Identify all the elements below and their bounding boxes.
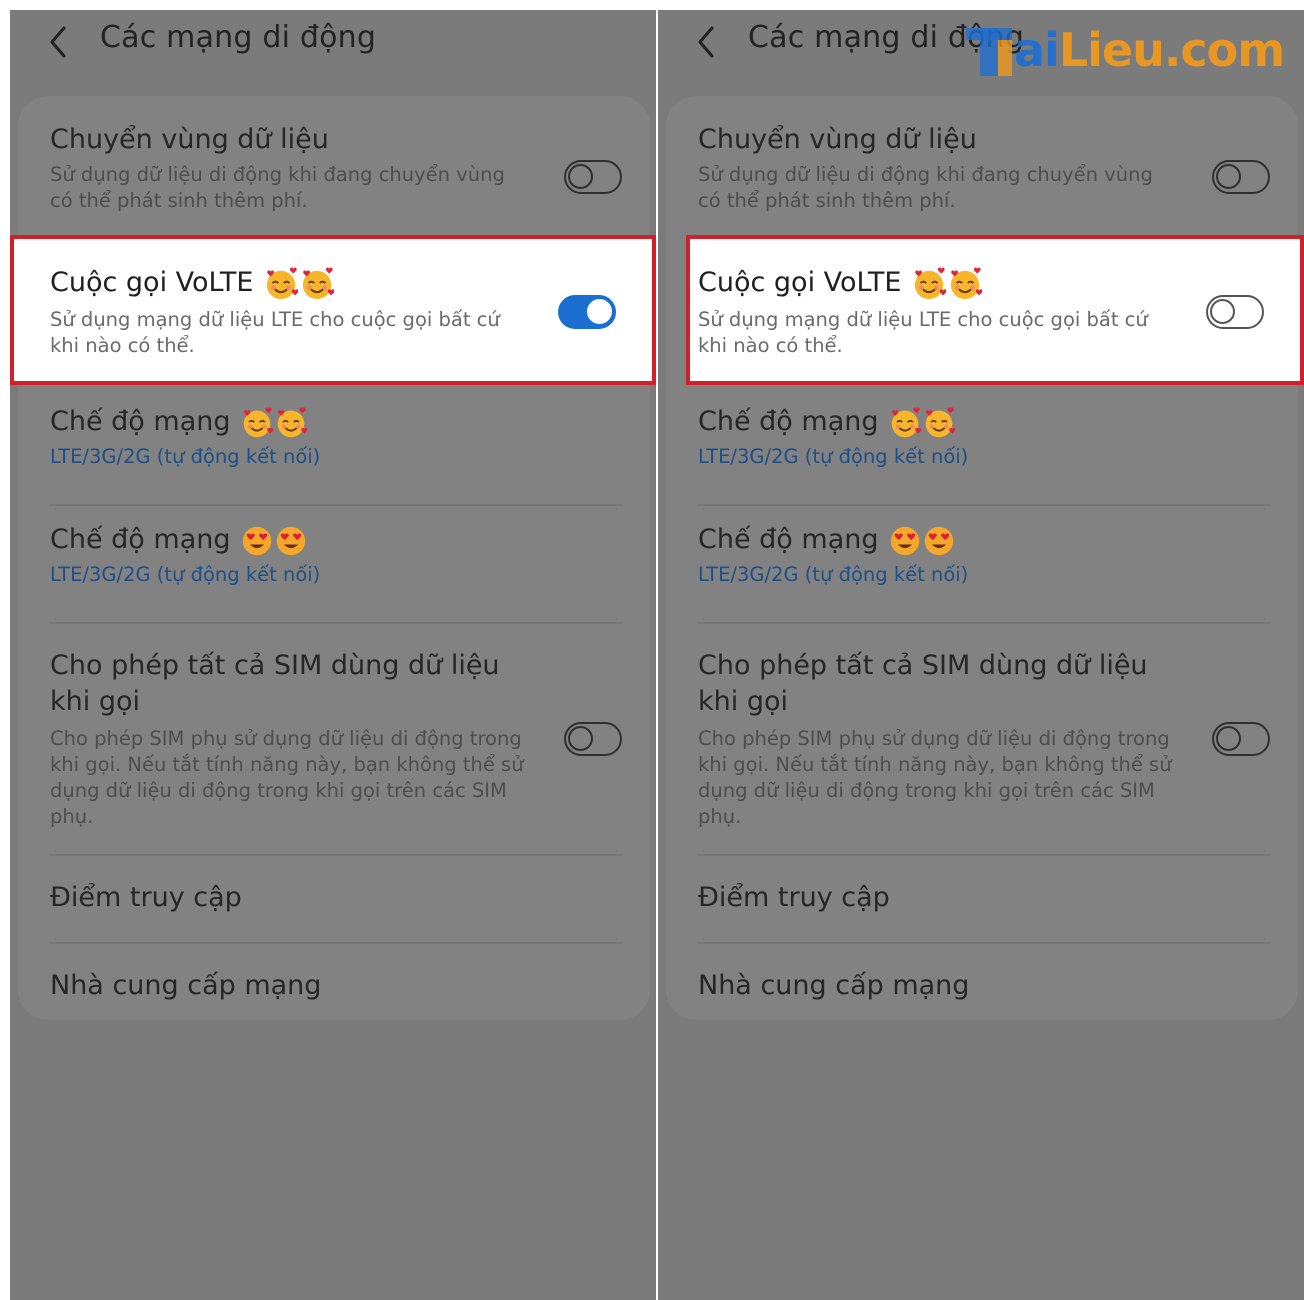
smiling-face-with-hearts-icon <box>275 407 307 439</box>
all-sim-data-subtitle: Cho phép SIM phụ sử dụng dữ liệu di động… <box>50 727 524 828</box>
network-mode-title: Chế độ mạng <box>50 404 307 440</box>
divider <box>50 942 622 944</box>
network-operator-title: Nhà cung cấp mạng <box>698 970 970 1001</box>
volte-toggle-off[interactable] <box>1206 295 1264 329</box>
smiling-face-with-hearts-icon <box>241 407 273 439</box>
network-mode-title: Chế độ mạng <box>50 522 307 558</box>
access-point-title: Điểm truy cập <box>50 882 242 913</box>
all-sim-data-setting[interactable]: Cho phép tất cả SIM dùng dữ liệu khi gọi… <box>666 626 1298 852</box>
access-point-setting[interactable]: Điểm truy cập <box>666 858 1298 942</box>
heart-eyes-face-icon <box>923 525 955 557</box>
watermark-t-letter <box>964 22 1014 78</box>
volte-subtitle: Sử dụng mạng dữ liệu LTE cho cuộc gọi bấ… <box>698 308 1148 357</box>
all-sim-data-toggle[interactable] <box>1212 722 1270 756</box>
roaming-toggle[interactable] <box>1212 160 1270 194</box>
settings-panel-right: Các mạng di động Chuyển vùng dữ liệu Sử … <box>658 10 1304 1300</box>
heart-eyes-face-icon <box>241 525 273 557</box>
roaming-subtitle: Sử dụng dữ liệu di động khi đang chuyển … <box>50 163 505 212</box>
network-mode-value: LTE/3G/2G (tự động kết nối) <box>698 445 969 468</box>
smiling-face-with-hearts-icon <box>948 267 982 301</box>
network-mode-title: Chế độ mạng <box>698 522 955 558</box>
smiling-face-with-hearts-icon <box>264 267 298 301</box>
network-mode-value: LTE/3G/2G (tự động kết nối) <box>50 563 321 586</box>
settings-panel-left: Các mạng di động Chuyển vùng dữ liệu Sử … <box>10 10 656 1300</box>
roaming-title: Chuyển vùng dữ liệu <box>698 124 977 155</box>
divider <box>698 942 1270 944</box>
chevron-left-icon[interactable] <box>44 22 74 62</box>
smiling-face-with-hearts-icon <box>889 407 921 439</box>
divider <box>698 504 1270 506</box>
network-mode-setting[interactable]: Chế độ mạng LTE/3G/2G (tự động kết nối) <box>18 392 650 502</box>
divider <box>698 622 1270 624</box>
access-point-setting[interactable]: Điểm truy cập <box>18 858 650 942</box>
app-bar: Các mạng di động <box>10 10 656 80</box>
smiling-face-with-hearts-icon <box>923 407 955 439</box>
roaming-subtitle: Sử dụng dữ liệu di động khi đang chuyển … <box>698 163 1153 212</box>
smiling-face-with-hearts-icon <box>912 267 946 301</box>
volte-title: Cuộc gọi VoLTE <box>50 265 334 301</box>
heart-eyes-face-icon <box>889 525 921 557</box>
all-sim-data-subtitle: Cho phép SIM phụ sử dụng dữ liệu di động… <box>698 727 1172 828</box>
chevron-left-icon[interactable] <box>692 22 722 62</box>
network-mode-setting-2[interactable]: Chế độ mạng LTE/3G/2G (tự động kết nối) <box>18 508 650 622</box>
network-operator-setting[interactable]: Nhà cung cấp mạng <box>18 946 650 1020</box>
all-sim-data-toggle[interactable] <box>564 722 622 756</box>
all-sim-data-title-line1: Cho phép tất cả SIM dùng dữ liệu <box>698 650 1148 681</box>
divider <box>698 854 1270 856</box>
network-operator-title: Nhà cung cấp mạng <box>50 970 322 1001</box>
heart-eyes-face-icon <box>275 525 307 557</box>
roaming-setting[interactable]: Chuyển vùng dữ liệu Sử dụng dữ liệu di đ… <box>18 96 650 236</box>
watermark-text: aiLieu.com <box>1014 23 1285 77</box>
all-sim-data-setting[interactable]: Cho phép tất cả SIM dùng dữ liệu khi gọi… <box>18 626 650 852</box>
volte-setting-highlighted[interactable]: Cuộc gọi VoLTE Sử dụng mạng dữ liệu LTE … <box>10 235 656 385</box>
network-mode-setting-2[interactable]: Chế độ mạng LTE/3G/2G (tự động kết nối) <box>666 508 1298 622</box>
access-point-title: Điểm truy cập <box>698 882 890 913</box>
watermark-logo-mark-icon <box>966 28 1012 76</box>
volte-title: Cuộc gọi VoLTE <box>698 265 982 301</box>
all-sim-data-title-line1: Cho phép tất cả SIM dùng dữ liệu <box>50 650 500 681</box>
all-sim-data-title-line2: khi gọi <box>50 686 140 717</box>
volte-setting-highlighted[interactable]: Cuộc gọi VoLTE Sử dụng mạng dữ liệu LTE … <box>686 235 1304 385</box>
network-operator-setting[interactable]: Nhà cung cấp mạng <box>666 946 1298 1020</box>
smiling-face-with-hearts-icon <box>300 267 334 301</box>
roaming-title: Chuyển vùng dữ liệu <box>50 124 329 155</box>
volte-toggle-on[interactable] <box>558 295 616 329</box>
roaming-toggle[interactable] <box>564 160 622 194</box>
network-mode-title: Chế độ mạng <box>698 404 955 440</box>
network-mode-value: LTE/3G/2G (tự động kết nối) <box>50 445 321 468</box>
page-title: Các mạng di động <box>100 20 377 55</box>
watermark-logo: aiLieu.com <box>964 22 1294 82</box>
roaming-setting[interactable]: Chuyển vùng dữ liệu Sử dụng dữ liệu di đ… <box>666 96 1298 236</box>
volte-subtitle: Sử dụng mạng dữ liệu LTE cho cuộc gọi bấ… <box>50 308 500 357</box>
network-mode-value: LTE/3G/2G (tự động kết nối) <box>698 563 969 586</box>
all-sim-data-title-line2: khi gọi <box>698 686 788 717</box>
divider <box>50 504 622 506</box>
divider <box>50 854 622 856</box>
network-mode-setting[interactable]: Chế độ mạng LTE/3G/2G (tự động kết nối) <box>666 392 1298 502</box>
divider <box>50 622 622 624</box>
